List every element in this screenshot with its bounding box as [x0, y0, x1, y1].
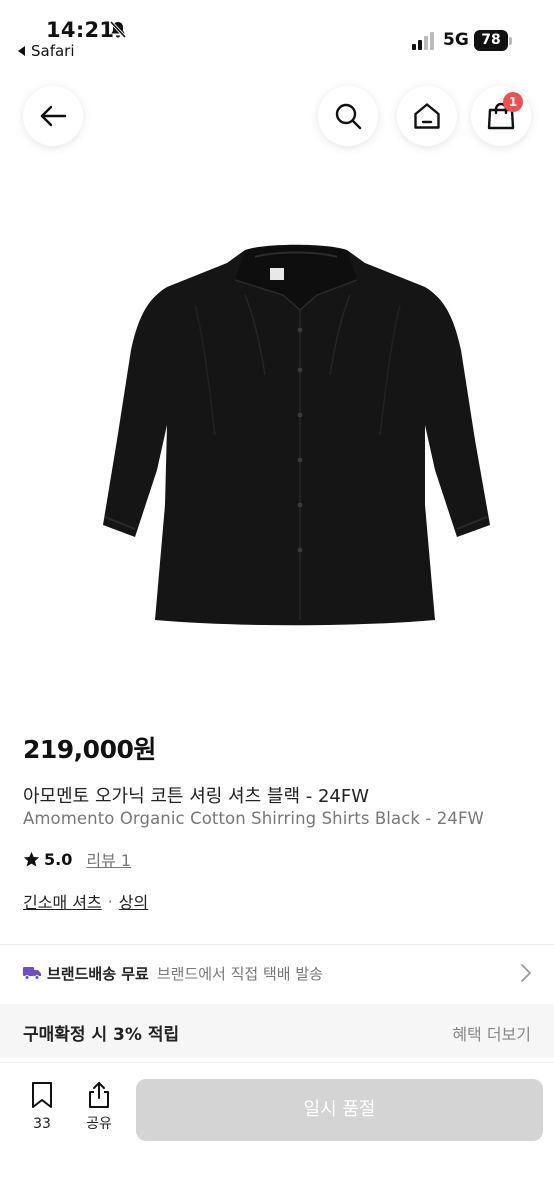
share-icon [89, 1082, 109, 1108]
shipping-detail: 브랜드에서 직접 택배 발송 [156, 964, 323, 983]
benefit-row[interactable]: 구매확정 시 3% 적립 혜택 더보기 [0, 1004, 554, 1058]
chevron-right-icon [521, 964, 531, 982]
product-title-korean: 아모멘토 오가닉 코튼 셔링 셔츠 블랙 - 24FW [23, 786, 370, 807]
category-breadcrumb: 긴소매 셔츠 · 상의 [23, 889, 148, 913]
cart-button[interactable] [471, 86, 531, 146]
product-price: 219,000원 [23, 735, 156, 764]
home-icon [414, 103, 440, 129]
back-to-safari[interactable]: Safari [18, 42, 75, 60]
status-bar: 14:21 Safari 5G 78 [0, 0, 554, 70]
rating-row: 5.0 리뷰 1 [23, 848, 131, 870]
back-button[interactable] [23, 86, 83, 146]
star-icon [23, 851, 40, 866]
search-button[interactable] [318, 86, 378, 146]
review-link[interactable]: 리뷰 1 [86, 847, 131, 871]
battery-cap [509, 37, 512, 45]
status-time: 14:21 [46, 18, 115, 42]
save-button[interactable]: 33 [20, 1081, 64, 1132]
back-arrow-icon [40, 105, 67, 127]
rating-value: 5.0 [44, 849, 73, 869]
cart-count-badge: 1 [503, 92, 523, 112]
save-count: 33 [33, 1116, 51, 1132]
network-type: 5G [443, 30, 469, 50]
sold-out-button[interactable]: 일시 품절 [136, 1079, 543, 1141]
share-label: 공유 [86, 1116, 112, 1132]
bottom-action-bar: 33 공유 일시 품절 [0, 1062, 554, 1200]
bookmark-icon [32, 1082, 52, 1108]
shipping-info-row[interactable]: 브랜드배송 무료 브랜드에서 직접 택배 발송 [23, 960, 533, 986]
shipping-label: 브랜드배송 무료 [47, 964, 149, 983]
truck-icon [23, 967, 41, 980]
share-button[interactable]: 공유 [77, 1081, 121, 1133]
back-triangle-icon [18, 46, 25, 56]
product-title-english: Amomento Organic Cotton Shirring Shirts … [23, 809, 484, 828]
parent-category-link[interactable]: 상의 [119, 889, 148, 913]
bell-muted-icon [109, 20, 127, 39]
search-icon [335, 103, 362, 130]
divider [0, 944, 554, 945]
signal-icon [412, 32, 438, 50]
back-app-label: Safari [31, 42, 75, 60]
category-separator: · [107, 891, 113, 911]
battery-icon: 78 [474, 30, 508, 51]
category-link[interactable]: 긴소매 셔츠 [23, 889, 102, 913]
product-image[interactable] [95, 235, 505, 630]
home-button[interactable] [397, 86, 457, 146]
benefit-label: 구매확정 시 3% 적립 [23, 1025, 180, 1045]
benefit-more-link[interactable]: 혜택 더보기 [452, 1021, 531, 1045]
